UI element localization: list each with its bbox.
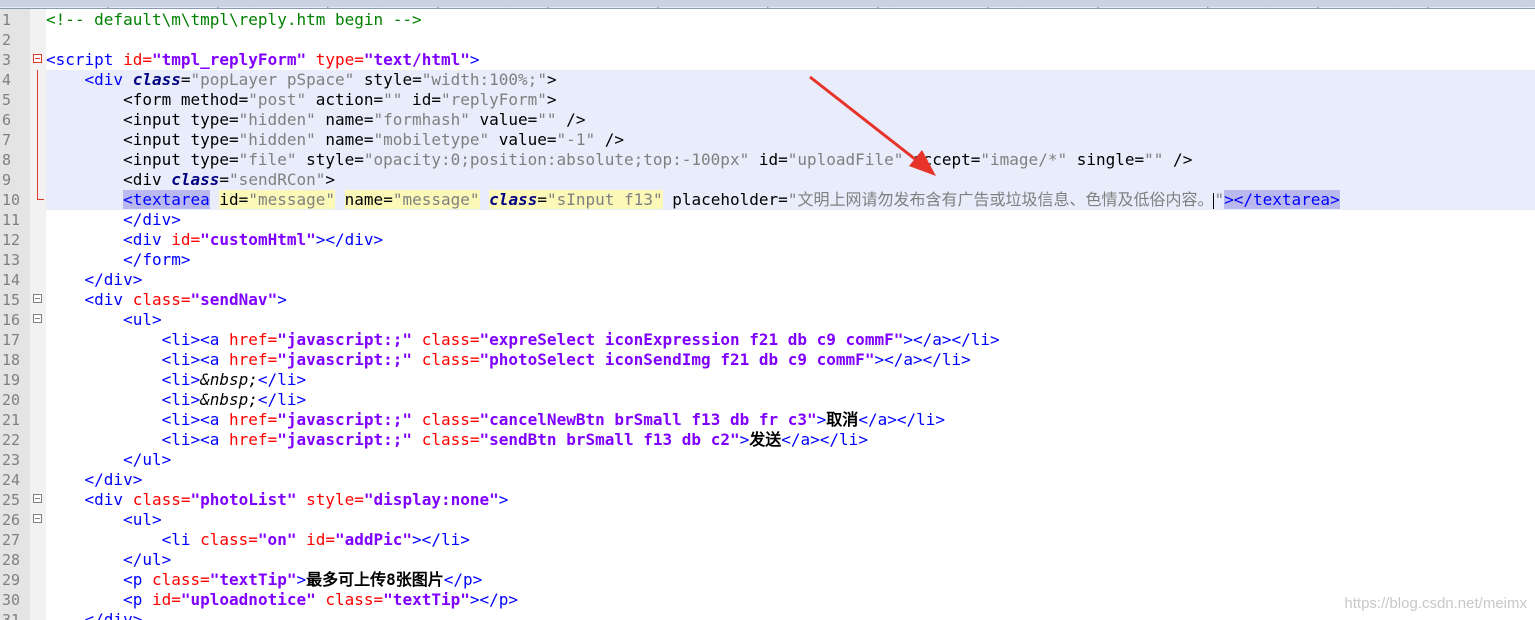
watermark: https://blog.csdn.net/meimx [1344,595,1527,612]
annotation-arrow-shaft [809,75,921,165]
annotation-arrow [809,75,936,176]
annotation-arrow-head [909,150,936,176]
